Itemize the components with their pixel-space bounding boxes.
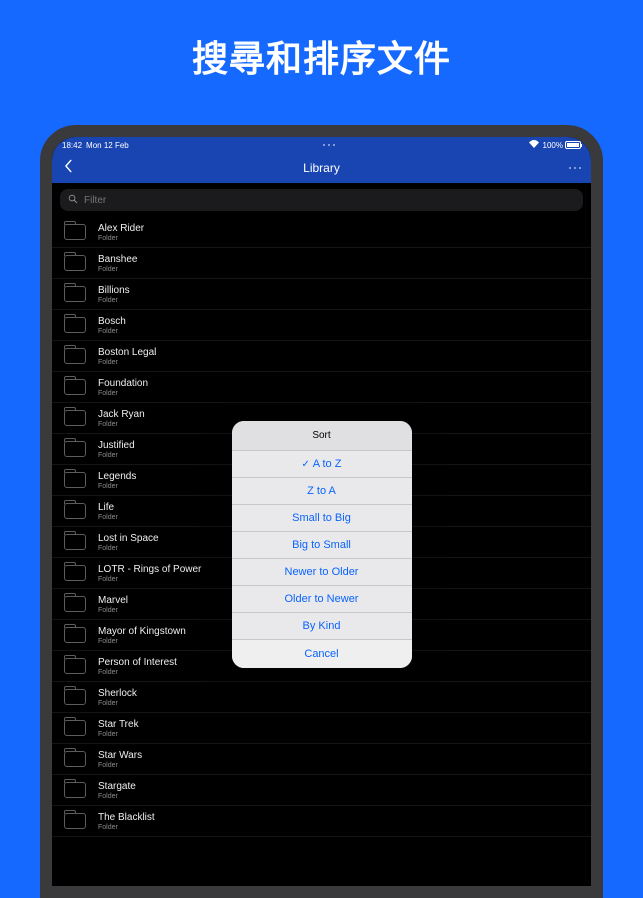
status-date: Mon 12 Feb — [86, 141, 129, 150]
folder-icon — [64, 534, 86, 550]
item-title: Justified — [98, 440, 135, 452]
folder-icon — [64, 224, 86, 240]
item-subtitle: Folder — [98, 297, 130, 304]
search-container — [52, 183, 591, 217]
item-subtitle: Folder — [98, 359, 156, 366]
list-item[interactable]: Star TrekFolder — [52, 713, 591, 744]
list-item[interactable]: BoschFolder — [52, 310, 591, 341]
sort-option[interactable]: A to Z — [232, 451, 412, 478]
folder-icon — [64, 565, 86, 581]
item-subtitle: Folder — [98, 421, 145, 428]
search-input[interactable] — [84, 195, 575, 206]
item-subtitle: Folder — [98, 545, 159, 552]
item-title: Star Wars — [98, 750, 142, 762]
item-title: Bosch — [98, 316, 126, 328]
folder-icon — [64, 441, 86, 457]
battery-percent: 100% — [543, 141, 563, 150]
search-icon — [68, 191, 78, 209]
list-item[interactable]: Boston LegalFolder — [52, 341, 591, 372]
folder-icon — [64, 627, 86, 643]
folder-icon — [64, 472, 86, 488]
wifi-icon — [529, 140, 539, 150]
sort-option[interactable]: By Kind — [232, 613, 412, 639]
screen: 18:42 Mon 12 Feb 100% Library — [52, 137, 591, 886]
list-item[interactable]: SherlockFolder — [52, 682, 591, 713]
item-subtitle: Folder — [98, 731, 139, 738]
list-item[interactable]: BillionsFolder — [52, 279, 591, 310]
sort-option[interactable]: Older to Newer — [232, 586, 412, 613]
item-subtitle: Folder — [98, 266, 137, 273]
item-title: Person of Interest — [98, 657, 177, 669]
item-subtitle: Folder — [98, 514, 118, 521]
item-subtitle: Folder — [98, 328, 126, 335]
sort-sheet: Sort A to ZZ to ASmall to BigBig to Smal… — [232, 421, 412, 668]
sheet-cancel-button[interactable]: Cancel — [232, 639, 412, 668]
folder-icon — [64, 317, 86, 333]
sort-option[interactable]: Small to Big — [232, 505, 412, 532]
promo-headline: 搜尋和排序文件 — [0, 0, 643, 112]
list-item[interactable]: The BlacklistFolder — [52, 806, 591, 837]
item-subtitle: Folder — [98, 390, 148, 397]
item-title: Foundation — [98, 378, 148, 390]
folder-icon — [64, 596, 86, 612]
item-title: Stargate — [98, 781, 136, 793]
item-title: Lost in Space — [98, 533, 159, 545]
folder-icon — [64, 286, 86, 302]
back-button[interactable] — [62, 159, 74, 178]
folder-icon — [64, 658, 86, 674]
item-subtitle: Folder — [98, 762, 142, 769]
list-item[interactable]: FoundationFolder — [52, 372, 591, 403]
status-time: 18:42 — [62, 141, 82, 150]
sheet-title: Sort — [232, 421, 412, 451]
item-title: Alex Rider — [98, 223, 144, 235]
item-title: Billions — [98, 285, 130, 297]
list-item[interactable]: BansheeFolder — [52, 248, 591, 279]
item-subtitle: Folder — [98, 607, 128, 614]
folder-icon — [64, 255, 86, 271]
folder-icon — [64, 410, 86, 426]
item-title: Boston Legal — [98, 347, 156, 359]
item-title: Mayor of Kingstown — [98, 626, 186, 638]
item-subtitle: Folder — [98, 452, 135, 459]
item-title: Banshee — [98, 254, 137, 266]
item-title: Sherlock — [98, 688, 137, 700]
item-title: Life — [98, 502, 118, 514]
list-item[interactable]: Alex RiderFolder — [52, 217, 591, 248]
folder-icon — [64, 782, 86, 798]
status-bar: 18:42 Mon 12 Feb 100% — [52, 137, 591, 153]
item-title: Marvel — [98, 595, 128, 607]
more-button[interactable] — [569, 167, 581, 169]
item-subtitle: Folder — [98, 700, 137, 707]
sort-option[interactable]: Newer to Older — [232, 559, 412, 586]
sort-option[interactable]: Z to A — [232, 478, 412, 505]
item-title: The Blacklist — [98, 812, 155, 824]
item-subtitle: Folder — [98, 483, 136, 490]
list-item[interactable]: StargateFolder — [52, 775, 591, 806]
list-item[interactable]: Star WarsFolder — [52, 744, 591, 775]
item-title: LOTR - Rings of Power — [98, 564, 201, 576]
item-subtitle: Folder — [98, 638, 186, 645]
folder-icon — [64, 751, 86, 767]
item-subtitle: Folder — [98, 793, 136, 800]
folder-icon — [64, 813, 86, 829]
item-title: Legends — [98, 471, 136, 483]
item-title: Star Trek — [98, 719, 139, 731]
item-title: Jack Ryan — [98, 409, 145, 421]
folder-icon — [64, 689, 86, 705]
item-subtitle: Folder — [98, 576, 201, 583]
device-frame: 18:42 Mon 12 Feb 100% Library — [40, 125, 603, 898]
multitask-dots — [323, 144, 335, 146]
folder-icon — [64, 503, 86, 519]
sort-option[interactable]: Big to Small — [232, 532, 412, 559]
nav-header: Library — [52, 153, 591, 183]
nav-title: Library — [303, 161, 340, 175]
item-subtitle: Folder — [98, 669, 177, 676]
folder-icon — [64, 348, 86, 364]
item-subtitle: Folder — [98, 824, 155, 831]
item-subtitle: Folder — [98, 235, 144, 242]
search-field[interactable] — [60, 189, 583, 211]
folder-icon — [64, 720, 86, 736]
folder-icon — [64, 379, 86, 395]
battery-icon — [565, 141, 581, 149]
